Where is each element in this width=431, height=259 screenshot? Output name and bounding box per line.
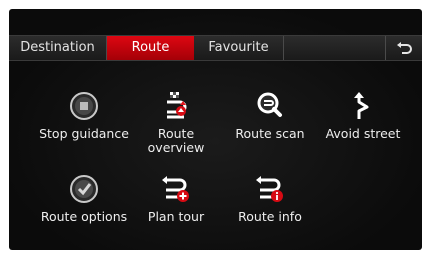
plan-tour-icon [162, 176, 189, 202]
route-scan-label: Route scan [235, 126, 305, 141]
route-options-button[interactable]: Route options [36, 172, 132, 224]
tab-destination[interactable]: Destination [9, 36, 107, 60]
route-overview-label: Route overview [147, 126, 205, 155]
tab-bar: Destination Route Favourite [9, 35, 422, 61]
route-info-button[interactable]: Route info [222, 172, 318, 224]
route-overview-button[interactable]: Route overview [128, 89, 224, 155]
route-overview-icon [167, 92, 187, 119]
route-options-icon [70, 175, 98, 203]
plan-tour-button[interactable]: Plan tour [128, 172, 224, 224]
route-info-icon [256, 176, 283, 202]
stop-guidance-label: Stop guidance [39, 126, 129, 141]
avoid-street-label: Avoid street [325, 126, 401, 141]
stop-guidance-icon [70, 92, 98, 120]
tab-route[interactable]: Route [107, 36, 194, 60]
plan-tour-label: Plan tour [147, 209, 205, 224]
route-info-label: Route info [238, 209, 302, 224]
tab-favourite[interactable]: Favourite [194, 36, 284, 60]
stop-guidance-button[interactable]: Stop guidance [36, 89, 132, 141]
navigation-screen: Destination Route Favourite Stop guidanc… [9, 9, 422, 250]
route-options-label: Route options [40, 209, 128, 224]
back-button[interactable] [385, 36, 422, 60]
back-arrow-icon [397, 42, 412, 54]
avoid-street-icon [354, 92, 369, 119]
route-scan-button[interactable]: Route scan [222, 89, 318, 141]
avoid-street-button[interactable]: Avoid street [315, 89, 411, 141]
route-scan-icon [257, 92, 282, 117]
